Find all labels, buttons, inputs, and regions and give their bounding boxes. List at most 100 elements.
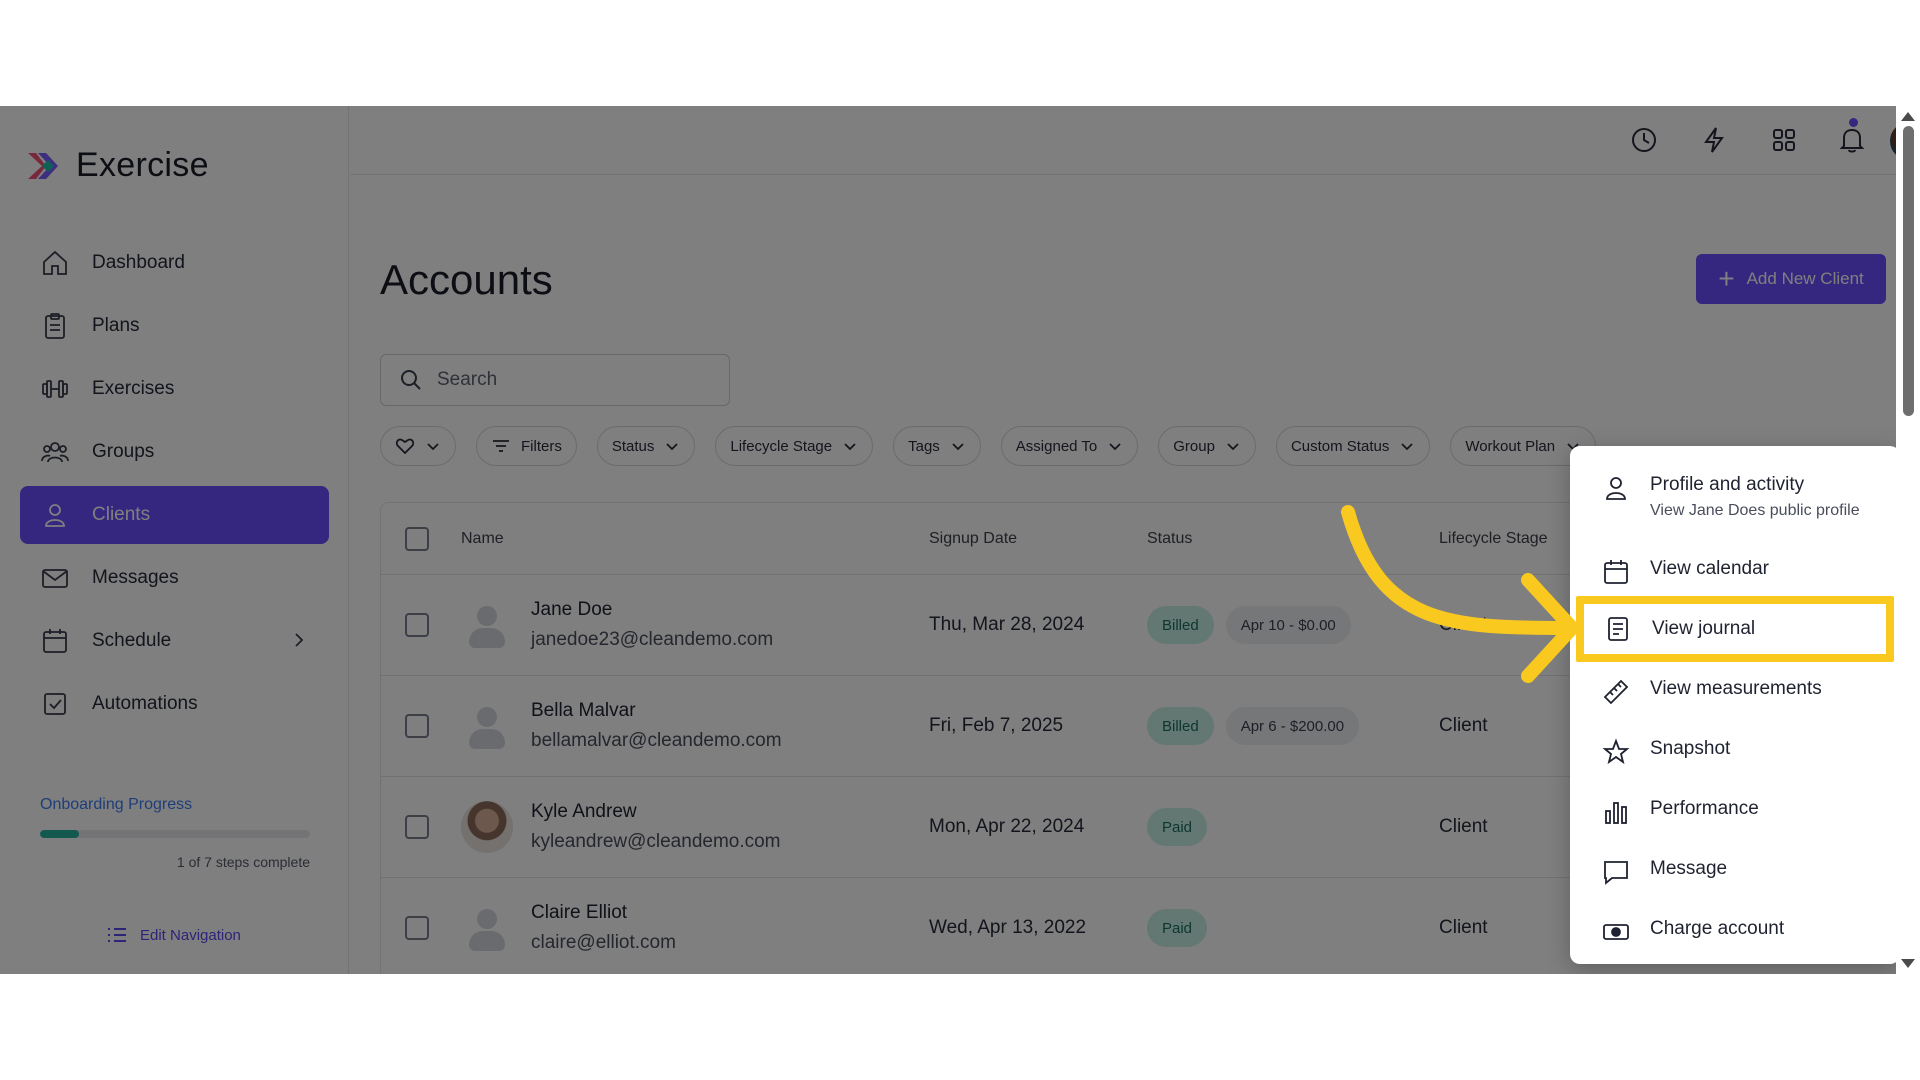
row-checkbox[interactable] bbox=[405, 714, 429, 738]
chat-icon bbox=[1604, 861, 1628, 885]
client-name-cell[interactable]: Claire Elliot claire@elliot.com bbox=[531, 902, 676, 954]
sidebar-item-exercises[interactable]: Exercises bbox=[20, 360, 329, 418]
scrollbar-thumb[interactable] bbox=[1903, 126, 1914, 416]
select-all-checkbox[interactable] bbox=[405, 526, 429, 551]
status-cell: Paid bbox=[1147, 808, 1208, 846]
menu-item-view-calendar[interactable]: View calendar bbox=[1570, 558, 1900, 586]
chevron-right-icon[interactable] bbox=[291, 632, 307, 648]
dumbbell-icon bbox=[42, 380, 68, 398]
chevron-down-icon bbox=[427, 443, 439, 451]
name-column-header[interactable]: Name bbox=[461, 530, 504, 548]
assigned-to-filter[interactable]: Assigned To bbox=[1000, 426, 1139, 466]
client-actions-menu: Profile and activity View Jane Does publ… bbox=[1570, 446, 1900, 964]
bell-icon[interactable] bbox=[1836, 124, 1868, 156]
filter-label: Tags bbox=[908, 437, 940, 455]
lightning-icon[interactable] bbox=[1698, 124, 1730, 156]
billing-amount-badge: Apr 6 - $200.00 bbox=[1225, 707, 1360, 745]
home-icon bbox=[43, 250, 67, 275]
filter-label: Custom Status bbox=[1290, 437, 1390, 455]
sidebar-item-messages[interactable]: Messages bbox=[20, 549, 329, 607]
status-column-header[interactable]: Status bbox=[1147, 530, 1192, 548]
avatar-placeholder bbox=[461, 902, 513, 954]
filter-label: Assigned To bbox=[1015, 437, 1098, 455]
row-checkbox[interactable] bbox=[405, 815, 429, 839]
billing-amount-badge: Apr 10 - $0.00 bbox=[1225, 606, 1351, 644]
lifecycle-stage-filter[interactable]: Lifecycle Stage bbox=[715, 426, 874, 466]
menu-item-charge-account[interactable]: Charge account bbox=[1570, 918, 1900, 946]
menu-item-view-journal[interactable]: View journal bbox=[1576, 596, 1894, 662]
menu-item-label: Profile and activity bbox=[1650, 474, 1805, 495]
status-badge: Billed bbox=[1147, 707, 1214, 745]
sidebar-item-automations[interactable]: Automations bbox=[20, 675, 329, 733]
client-name-cell[interactable]: Jane Doe janedoe23@cleandemo.com bbox=[531, 599, 773, 651]
apps-grid-icon[interactable] bbox=[1768, 124, 1800, 156]
menu-item-view-measurements[interactable]: View measurements bbox=[1570, 678, 1900, 706]
add-new-client-button[interactable]: + Add New Client bbox=[1696, 254, 1886, 304]
app-name: Exercise bbox=[76, 146, 209, 184]
sidebar-item-label: Groups bbox=[92, 441, 155, 462]
signup-column-header[interactable]: Signup Date bbox=[929, 530, 1017, 548]
cash-icon bbox=[1603, 924, 1629, 940]
status-cell: Billed Apr 10 - $0.00 bbox=[1147, 606, 1351, 644]
notification-dot bbox=[1849, 118, 1858, 127]
calendar-icon bbox=[1604, 560, 1628, 584]
filter-label: Group bbox=[1173, 437, 1215, 455]
client-name[interactable]: Bella Malvar bbox=[531, 700, 782, 722]
client-name[interactable]: Kyle Andrew bbox=[531, 801, 781, 823]
custom-status-filter[interactable]: Custom Status bbox=[1275, 426, 1431, 466]
lifecycle-column-header[interactable]: Lifecycle Stage bbox=[1439, 530, 1548, 548]
onboarding-progress[interactable]: Onboarding Progress 1 of 7 steps complet… bbox=[40, 796, 310, 870]
menu-item-label: View journal bbox=[1652, 618, 1756, 639]
sidebar: Exercise Dashboard Plans Exercises Group… bbox=[0, 106, 349, 974]
signup-date: Fri, Feb 7, 2025 bbox=[929, 715, 1064, 736]
menu-item-snapshot[interactable]: Snapshot bbox=[1570, 738, 1900, 766]
chevron-down-icon bbox=[952, 443, 964, 451]
client-name[interactable]: Jane Doe bbox=[531, 599, 773, 621]
chevron-down-icon bbox=[1227, 443, 1239, 451]
client-email: bellamalvar@cleandemo.com bbox=[531, 730, 782, 751]
onboarding-title[interactable]: Onboarding Progress bbox=[40, 796, 310, 814]
menu-item-performance[interactable]: Performance bbox=[1570, 798, 1900, 826]
sidebar-item-groups[interactable]: Groups bbox=[20, 423, 329, 481]
sidebar-item-label: Dashboard bbox=[92, 252, 185, 273]
signup-date: Wed, Apr 13, 2022 bbox=[929, 917, 1087, 938]
menu-item-profile[interactable]: Profile and activity View Jane Does publ… bbox=[1570, 474, 1900, 520]
client-name[interactable]: Claire Elliot bbox=[531, 902, 676, 924]
tags-filter[interactable]: Tags bbox=[893, 426, 981, 466]
menu-item-label: Message bbox=[1650, 858, 1728, 879]
sidebar-item-label: Clients bbox=[92, 504, 151, 525]
sidebar-item-schedule[interactable]: Schedule bbox=[20, 612, 329, 670]
sidebar-item-label: Automations bbox=[92, 693, 198, 714]
chevron-down-icon bbox=[1401, 443, 1413, 451]
filter-label: Lifecycle Stage bbox=[730, 437, 833, 455]
sidebar-item-clients[interactable]: Clients bbox=[20, 486, 329, 544]
client-email: claire@elliot.com bbox=[531, 932, 676, 953]
search-box[interactable] bbox=[380, 354, 730, 406]
search-input[interactable] bbox=[437, 369, 697, 391]
client-name-cell[interactable]: Kyle Andrew kyleandrew@cleandemo.com bbox=[531, 801, 781, 853]
edit-navigation-link[interactable]: Edit Navigation bbox=[106, 924, 241, 946]
row-checkbox[interactable] bbox=[405, 613, 429, 637]
group-filter[interactable]: Group bbox=[1158, 426, 1256, 466]
favorites-filter[interactable] bbox=[380, 426, 456, 466]
row-checkbox[interactable] bbox=[405, 916, 429, 940]
client-name-cell[interactable]: Bella Malvar bellamalvar@cleandemo.com bbox=[531, 700, 782, 752]
status-filter[interactable]: Status bbox=[596, 426, 696, 466]
logo-mark-icon bbox=[28, 152, 58, 179]
avatar-placeholder bbox=[461, 599, 513, 651]
mail-icon bbox=[42, 569, 68, 588]
sidebar-item-plans[interactable]: Plans bbox=[20, 297, 329, 355]
status-badge: Paid bbox=[1147, 808, 1208, 846]
filter-label: Status bbox=[611, 437, 655, 455]
scroll-up-arrow-icon[interactable] bbox=[1901, 112, 1915, 121]
status-cell: Billed Apr 6 - $200.00 bbox=[1147, 707, 1360, 745]
sidebar-item-label: Schedule bbox=[92, 630, 172, 651]
sidebar-item-dashboard[interactable]: Dashboard bbox=[20, 234, 329, 292]
page-scrollbar[interactable] bbox=[1896, 106, 1920, 974]
menu-item-message[interactable]: Message bbox=[1570, 858, 1900, 886]
filters-button[interactable]: Filters bbox=[476, 426, 577, 466]
history-icon[interactable] bbox=[1628, 124, 1660, 156]
app-logo[interactable]: Exercise bbox=[24, 146, 209, 185]
scroll-down-arrow-icon[interactable] bbox=[1901, 959, 1915, 968]
signup-date: Thu, Mar 28, 2024 bbox=[929, 614, 1085, 635]
